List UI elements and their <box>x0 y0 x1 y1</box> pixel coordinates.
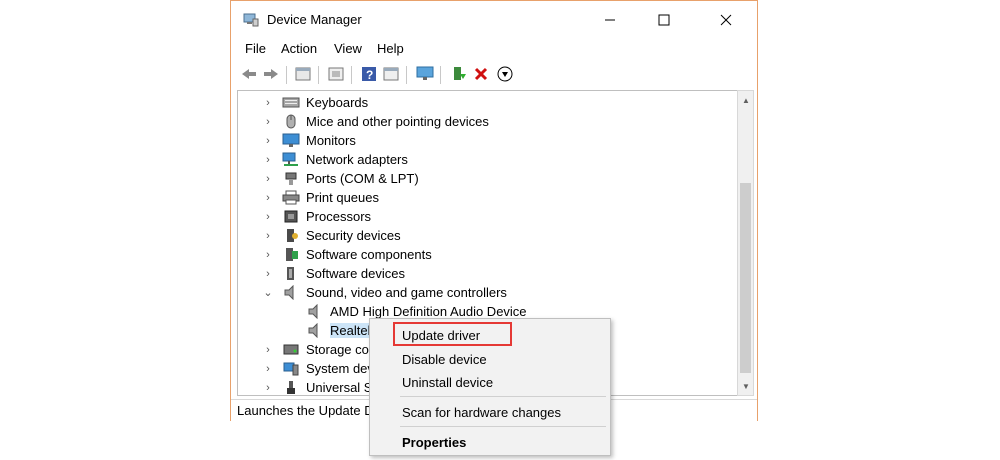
tree-item-label: System dev <box>306 361 374 376</box>
printer-icon <box>282 190 300 205</box>
toolbar-separator <box>406 66 407 84</box>
scroll-up-icon[interactable]: ▲ <box>740 93 752 107</box>
tree-item-label: Keyboards <box>306 95 369 110</box>
device-manager-app-icon <box>243 13 259 27</box>
toolbar-separator <box>286 66 287 84</box>
system-icon <box>283 362 299 376</box>
processor-icon <box>284 210 298 223</box>
menu-view[interactable]: View <box>334 41 362 56</box>
port-icon <box>285 172 297 185</box>
chevron-right-icon[interactable]: › <box>262 363 274 375</box>
toolbar-separator <box>351 66 352 84</box>
speaker-icon <box>308 304 318 319</box>
software-device-icon <box>287 267 294 280</box>
tree-item-print-queues[interactable]: › Print queues <box>262 188 379 207</box>
tree-item-sound[interactable]: ⌄ Sound, video and game controllers <box>262 283 507 302</box>
scan-icon[interactable] <box>495 64 515 84</box>
toolbar: ? <box>231 61 757 87</box>
forward-icon[interactable] <box>261 64 281 84</box>
toolbar-separator <box>318 66 319 84</box>
vertical-scrollbar[interactable]: ▲ ▼ <box>737 90 754 396</box>
help-icon[interactable]: ? <box>359 64 379 84</box>
component-icon <box>286 248 298 261</box>
tree-item-label: Software devices <box>306 266 405 281</box>
uninstall-icon[interactable] <box>471 64 491 84</box>
toolbar-separator <box>440 66 441 84</box>
menu-file[interactable]: File <box>245 41 266 56</box>
chevron-right-icon[interactable]: › <box>262 344 274 356</box>
mouse-icon <box>286 114 296 129</box>
tree-item-realtek[interactable]: Realtek( <box>306 321 379 340</box>
menu-action[interactable]: Action <box>281 41 317 56</box>
network-icon <box>282 152 298 166</box>
menu-help[interactable]: Help <box>377 41 404 56</box>
tree-item-keyboards[interactable]: › Keyboards <box>262 93 368 112</box>
usb-icon <box>287 381 295 394</box>
chevron-right-icon[interactable]: › <box>262 97 274 109</box>
window-title: Device Manager <box>267 12 362 27</box>
security-icon <box>287 229 298 242</box>
tree-item-ports[interactable]: › Ports (COM & LPT) <box>262 169 419 188</box>
chevron-right-icon[interactable]: › <box>262 116 274 128</box>
tree-item-security[interactable]: › Security devices <box>262 226 401 245</box>
tree-item-storage[interactable]: › Storage cor <box>262 340 373 359</box>
close-icon[interactable] <box>703 5 749 35</box>
menu-bar: File Action View Help <box>231 37 757 59</box>
tree-item-label: Ports (COM & LPT) <box>306 171 419 186</box>
maximize-icon[interactable] <box>641 5 687 35</box>
chevron-right-icon[interactable]: › <box>262 249 274 261</box>
chevron-right-icon[interactable]: › <box>262 173 274 185</box>
chevron-right-icon[interactable]: › <box>262 192 274 204</box>
storage-icon <box>283 344 299 355</box>
update-driver-icon[interactable] <box>449 64 469 84</box>
show-hidden-icon[interactable] <box>326 64 346 84</box>
tree-item-network[interactable]: › Network adapters <box>262 150 408 169</box>
tree-item-label: Monitors <box>306 133 356 148</box>
chevron-right-icon[interactable]: › <box>262 211 274 223</box>
tree-item-label: Mice and other pointing devices <box>306 114 489 129</box>
menu-separator <box>400 426 606 427</box>
tree-item-processors[interactable]: › Processors <box>262 207 371 226</box>
chevron-right-icon[interactable]: › <box>262 230 274 242</box>
title-bar: Device Manager <box>231 1 757 37</box>
context-item-properties[interactable]: Properties <box>402 435 466 450</box>
monitor-icon <box>282 133 300 147</box>
tree-item-mice[interactable]: › Mice and other pointing devices <box>262 112 489 131</box>
status-text: Launches the Update D <box>237 403 374 418</box>
scrollbar-thumb[interactable] <box>740 183 751 373</box>
tree-item-label: Storage cor <box>306 342 374 357</box>
context-item-uninstall-device[interactable]: Uninstall device <box>402 375 493 390</box>
chevron-right-icon[interactable]: › <box>262 382 274 394</box>
tree-item-software-devices[interactable]: › Software devices <box>262 264 405 283</box>
monitor-icon[interactable] <box>415 64 435 84</box>
tree-item-label: Sound, video and game controllers <box>306 285 507 300</box>
minimize-icon[interactable] <box>587 5 633 35</box>
highlight-box <box>393 322 512 346</box>
tree-item-software-components[interactable]: › Software components <box>262 245 432 264</box>
tree-item-monitors[interactable]: › Monitors <box>262 131 356 150</box>
chevron-right-icon[interactable]: › <box>262 268 274 280</box>
tree-item-system[interactable]: › System dev <box>262 359 374 378</box>
back-icon[interactable] <box>239 64 259 84</box>
tree-item-usb[interactable]: › Universal Se <box>262 378 380 395</box>
tree-item-label: Print queues <box>306 190 379 205</box>
chevron-right-icon[interactable]: › <box>262 135 274 147</box>
menu-separator <box>400 396 606 397</box>
context-item-disable-device[interactable]: Disable device <box>402 352 487 367</box>
svg-text:?: ? <box>366 68 373 82</box>
properties-icon[interactable] <box>293 64 313 84</box>
tree-item-label: Processors <box>306 209 372 224</box>
scroll-down-icon[interactable]: ▼ <box>740 379 752 393</box>
view-icon[interactable] <box>381 64 401 84</box>
context-item-scan-hardware[interactable]: Scan for hardware changes <box>402 405 561 420</box>
tree-item-label: Software components <box>306 247 432 262</box>
tree-item-label: Network adapters <box>306 152 408 167</box>
tree-item-label: AMD High Definition Audio Device <box>330 304 527 319</box>
chevron-down-icon[interactable]: ⌄ <box>262 286 274 299</box>
chevron-right-icon[interactable]: › <box>262 154 274 166</box>
speaker-icon <box>308 323 318 338</box>
keyboard-icon <box>282 97 300 108</box>
speaker-icon <box>284 285 294 300</box>
tree-item-label: Security devices <box>306 228 401 243</box>
